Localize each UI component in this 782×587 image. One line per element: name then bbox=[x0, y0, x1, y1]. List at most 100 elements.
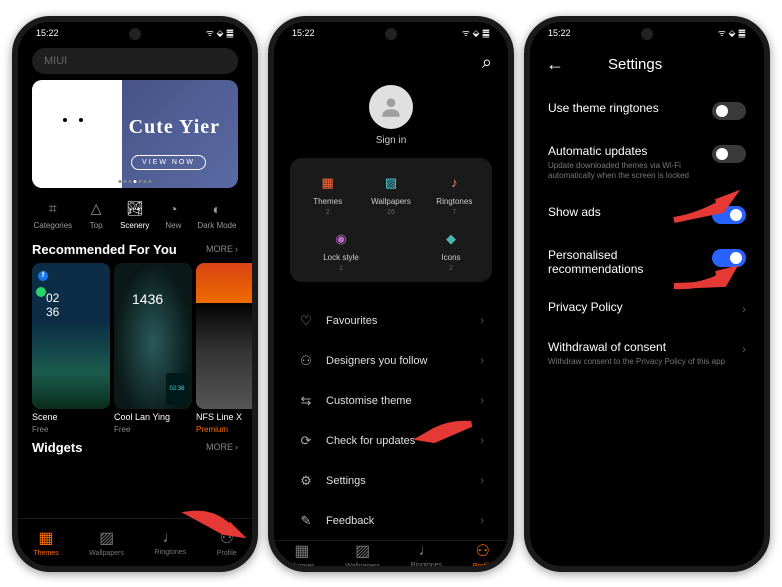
carousel-dots[interactable] bbox=[119, 180, 152, 183]
scenery-icon: 🏞 bbox=[126, 200, 144, 218]
phone-profile: 15:22 ᯤ ⬙ ䷀ ⌕ Sign in ▦Themes2 ▨Wallpape… bbox=[268, 16, 514, 572]
status-icons: ᯤ ⬙ ䷀ bbox=[462, 26, 490, 39]
chevron-right-icon: › bbox=[480, 475, 484, 487]
menu-customise[interactable]: ⇆Customise theme› bbox=[290, 382, 492, 420]
themes-icon: ▦ bbox=[317, 172, 339, 194]
ringtones-icon: ♩ bbox=[162, 529, 178, 547]
theme-carousel[interactable]: f0236 Scene Free 143602:36 Cool Lan Ying… bbox=[18, 263, 252, 434]
top-icon: △ bbox=[87, 200, 105, 218]
astronaut-icon bbox=[57, 112, 89, 136]
chevron-right-icon: › bbox=[742, 302, 746, 316]
avatar[interactable] bbox=[369, 85, 413, 129]
nav-wallpapers[interactable]: ▨Wallpapers bbox=[345, 541, 380, 570]
new-icon: ◔ bbox=[164, 200, 182, 218]
wallpapers-icon: ▨ bbox=[99, 528, 114, 548]
chevron-right-icon: › bbox=[480, 435, 484, 447]
nav-themes[interactable]: ▦Themes bbox=[33, 528, 58, 557]
setting-theme-ringtones[interactable]: Use theme ringtones bbox=[530, 89, 764, 132]
darkmode-icon: ◐ bbox=[208, 200, 226, 218]
toggle[interactable] bbox=[712, 102, 746, 120]
phone-settings: 15:22 ᯤ ⬙ ䷀ ← Settings Use theme rington… bbox=[524, 16, 770, 572]
person-icon: ⚇ bbox=[298, 353, 314, 369]
menu-designers[interactable]: ⚇Designers you follow› bbox=[290, 342, 492, 380]
nav-wallpapers[interactable]: ▨Wallpapers bbox=[89, 528, 124, 557]
stat-ringtones[interactable]: ♪Ringtones7 bbox=[425, 172, 483, 216]
status-time: 15:22 bbox=[292, 28, 315, 38]
themes-icon: ▦ bbox=[38, 528, 53, 548]
status-time: 15:22 bbox=[548, 28, 571, 38]
menu-list: ♡Favourites› ⚇Designers you follow› ⇆Cus… bbox=[290, 302, 492, 540]
stat-lockstyle[interactable]: ◉Lock style1 bbox=[312, 228, 370, 272]
section-title: Recommended For You bbox=[32, 242, 177, 257]
setting-auto-updates[interactable]: Automatic updatesUpdate downloaded theme… bbox=[530, 132, 764, 194]
ringtones-icon: ♩ bbox=[418, 542, 434, 560]
setting-personalised[interactable]: Personalised recommendations bbox=[530, 236, 764, 288]
setting-withdrawal[interactable]: Withdrawal of consentWithdraw consent to… bbox=[530, 328, 764, 379]
wallpapers-icon: ▨ bbox=[355, 541, 370, 561]
menu-feedback[interactable]: ✎Feedback› bbox=[290, 502, 492, 540]
theme-card[interactable]: NFstra NFS Line X Premium bbox=[196, 263, 252, 434]
search-placeholder: MIUI bbox=[44, 55, 67, 67]
nav-profile[interactable]: ⚇Profile bbox=[217, 528, 237, 557]
profile-icon: ⚇ bbox=[220, 528, 234, 548]
search-input[interactable]: MIUI bbox=[32, 48, 238, 74]
notch bbox=[641, 28, 653, 40]
tab-categories[interactable]: ⌗Categories bbox=[33, 200, 72, 230]
chevron-right-icon: › bbox=[480, 315, 484, 327]
page-title: Settings bbox=[608, 56, 748, 73]
tab-new[interactable]: ◔New bbox=[164, 200, 182, 230]
bottom-nav: ▦Themes ▨Wallpapers ♩Ringtones ⚇Profile bbox=[18, 518, 252, 566]
menu-settings[interactable]: ⚙Settings› bbox=[290, 462, 492, 500]
heart-icon: ♡ bbox=[298, 313, 314, 329]
theme-card[interactable]: f0236 Scene Free bbox=[32, 263, 110, 434]
nav-themes[interactable]: ▦Themes bbox=[289, 541, 314, 570]
menu-updates[interactable]: ⟳Check for updates› bbox=[290, 422, 492, 460]
toggle[interactable] bbox=[712, 206, 746, 224]
stats-card: ▦Themes2 ▨Wallpapers26 ♪Ringtones7 ◉Lock… bbox=[290, 158, 492, 282]
back-button[interactable]: ← bbox=[546, 54, 564, 75]
toggle[interactable] bbox=[712, 145, 746, 163]
stat-wallpapers[interactable]: ▨Wallpapers26 bbox=[362, 172, 420, 216]
setting-privacy[interactable]: Privacy Policy › bbox=[530, 288, 764, 328]
status-icons: ᯤ ⬙ ䷀ bbox=[206, 26, 234, 39]
toggle[interactable] bbox=[712, 249, 746, 267]
icons-icon: ◆ bbox=[440, 228, 462, 250]
grid-icon: ⌗ bbox=[44, 200, 62, 218]
signin-label: Sign in bbox=[376, 135, 407, 146]
nav-profile[interactable]: ⚇Profile bbox=[473, 541, 493, 570]
header: ← Settings bbox=[530, 44, 764, 85]
gear-icon: ⚙ bbox=[298, 473, 314, 489]
tab-darkmode[interactable]: ◐Dark Mode bbox=[197, 200, 236, 230]
setting-show-ads[interactable]: Show ads bbox=[530, 193, 764, 236]
wallpapers-icon: ▨ bbox=[380, 172, 402, 194]
status-time: 15:22 bbox=[36, 28, 59, 38]
more-link[interactable]: MORE › bbox=[206, 244, 238, 254]
widgets-header: Widgets MORE › bbox=[18, 438, 252, 461]
chevron-right-icon: › bbox=[480, 395, 484, 407]
stat-themes[interactable]: ▦Themes2 bbox=[299, 172, 357, 216]
stat-icons[interactable]: ◆Icons2 bbox=[422, 228, 480, 272]
profile-block[interactable]: Sign in bbox=[274, 81, 508, 158]
profile-icon: ⚇ bbox=[476, 541, 490, 561]
ringtones-icon: ♪ bbox=[443, 172, 465, 194]
top-bar: ⌕ bbox=[274, 44, 508, 81]
search-icon[interactable]: ⌕ bbox=[482, 52, 492, 73]
theme-card[interactable]: 143602:36 Cool Lan Ying Free bbox=[114, 263, 192, 434]
settings-list: Use theme ringtones Automatic updatesUpd… bbox=[530, 85, 764, 384]
tab-top[interactable]: △Top bbox=[87, 200, 105, 230]
view-now-button[interactable]: VIEW NOW bbox=[131, 155, 206, 170]
refresh-icon: ⟳ bbox=[298, 433, 314, 449]
chevron-right-icon: › bbox=[480, 515, 484, 527]
more-link[interactable]: MORE › bbox=[206, 442, 238, 452]
featured-banner[interactable]: Cute Yier VIEW NOW bbox=[32, 80, 238, 188]
category-tabs: ⌗Categories △Top 🏞Scenery ◔New ◐Dark Mod… bbox=[18, 194, 252, 240]
section-title: Widgets bbox=[32, 440, 82, 455]
nav-ringtones[interactable]: ♩Ringtones bbox=[155, 529, 187, 556]
menu-favourites[interactable]: ♡Favourites› bbox=[290, 302, 492, 340]
edit-icon: ✎ bbox=[298, 513, 314, 529]
nav-ringtones[interactable]: ♩Ringtones bbox=[411, 542, 443, 569]
tab-scenery[interactable]: 🏞Scenery bbox=[120, 200, 149, 230]
chevron-right-icon: › bbox=[480, 355, 484, 367]
recommended-header: Recommended For You MORE › bbox=[18, 240, 252, 263]
bottom-nav: ▦Themes ▨Wallpapers ♩Ringtones ⚇Profile bbox=[274, 540, 508, 570]
